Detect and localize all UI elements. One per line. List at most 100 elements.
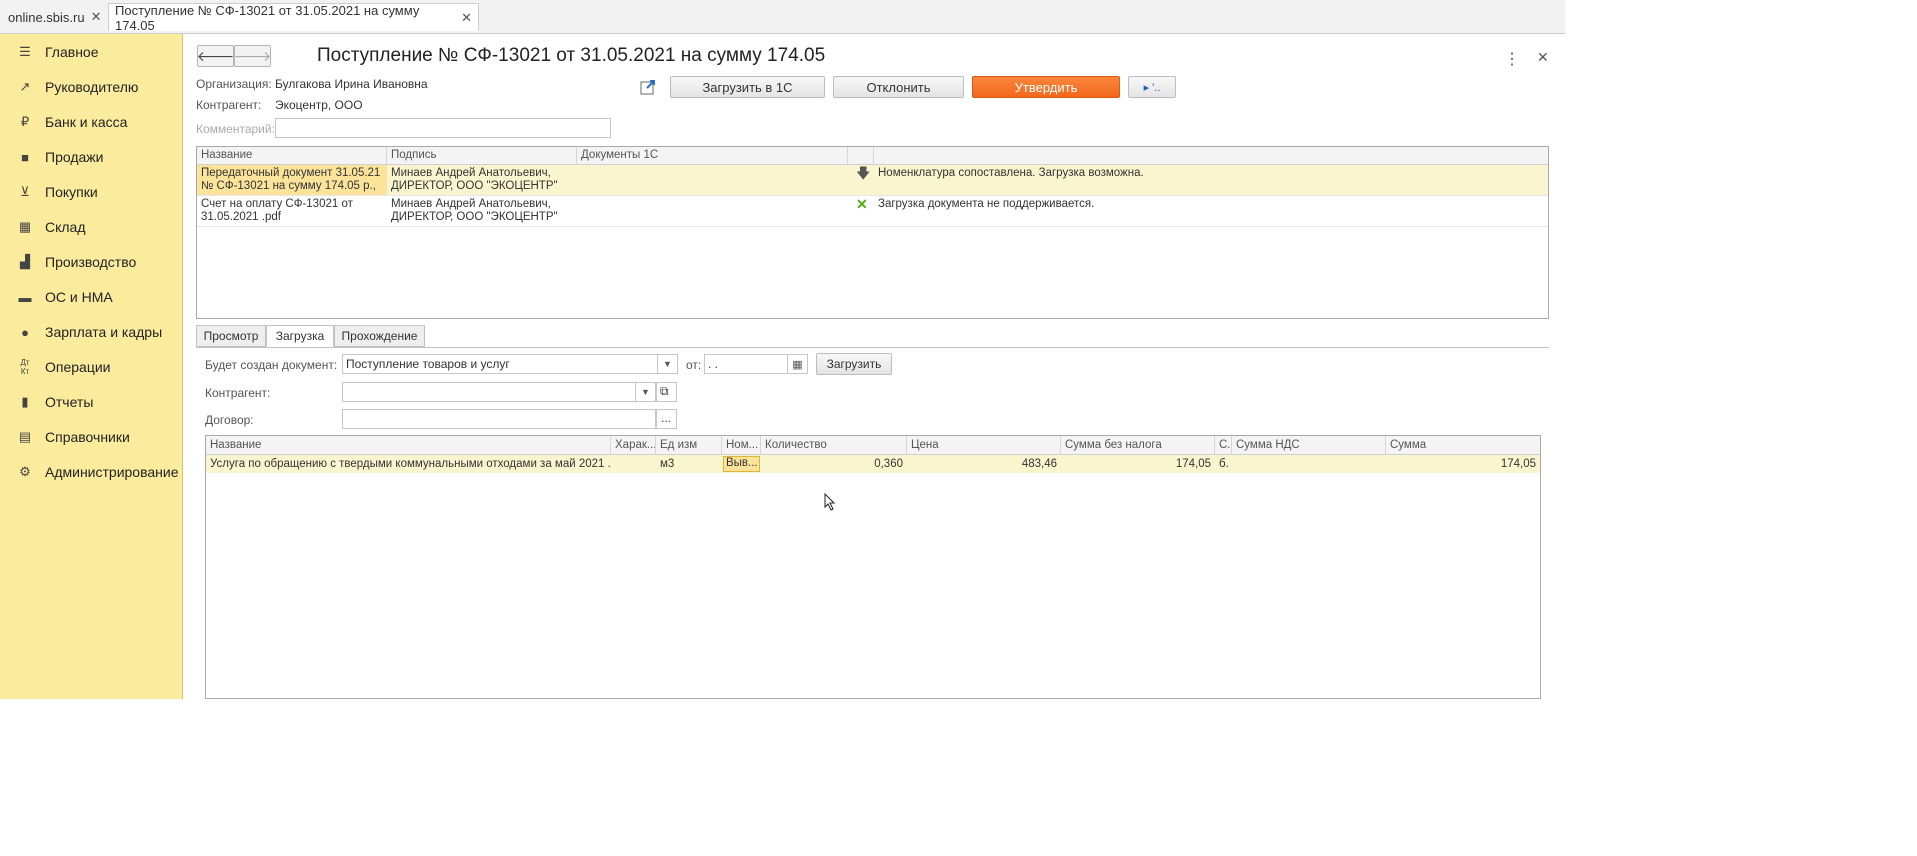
load-1c-button[interactable]: Загрузить в 1С [670,76,825,98]
documents-table: Название Подпись Документы 1С Передаточн… [196,146,1549,319]
comment-label: Комментарий: [196,122,275,136]
item-sum: 174,05 [1500,458,1536,470]
doc-type-select[interactable]: Поступление товаров и услуг ▼ [342,354,678,374]
sidebar-item-bank[interactable]: ₽ Банк и касса [0,108,183,136]
sidebar-item-production[interactable]: ▟ Производство [0,248,183,276]
trend-icon: ↗ [19,79,31,94]
bar-chart-icon: ▮ [21,394,29,409]
tab-route[interactable]: Прохождение [334,325,425,347]
sidebar-item-label: Справочники [45,429,130,445]
column-header[interactable]: С. [1215,436,1232,455]
open-icon[interactable]: ⧉ [656,382,677,402]
sidebar-item-label: Банк и касса [45,114,128,130]
sidebar-item-sales[interactable]: ■ Продажи [0,143,183,171]
table-row[interactable]: Услуга по обращению с твердыми коммуналь… [206,455,1540,473]
column-header[interactable]: Харак... [611,436,656,455]
cart-icon: ⊻ [20,184,30,199]
sidebar-item-label: Склад [45,219,86,235]
chevron-down-icon[interactable]: ▼ [635,382,655,402]
item-name: Услуга по обращению с твердыми коммуналь… [210,458,611,470]
contract-input[interactable] [342,409,656,429]
sidebar-item-label: Руководителю [45,79,139,95]
column-header [848,147,874,165]
browser-tab-bar: online.sbis.ru ✕ Поступление № СФ-13021 … [0,0,1565,34]
sidebar-item-assets[interactable]: ▬ ОС и НМА [0,283,183,311]
load-button[interactable]: Загрузить [816,353,892,375]
sidebar-item-label: ОС и НМА [45,289,113,305]
sidebar-item-warehouse[interactable]: ▦ Склад [0,213,183,241]
tab-online-sbis[interactable]: online.sbis.ru ✕ [2,3,105,31]
date-label: от: [686,358,702,372]
tab-label: online.sbis.ru [8,9,85,25]
export-icon[interactable] [634,76,662,98]
tab-document[interactable]: Поступление № СФ-13021 от 31.05.2021 на … [108,3,479,33]
sidebar-item-purchases[interactable]: ⊻ Покупки [0,178,183,206]
comment-input[interactable] [275,118,611,138]
arrow-right-icon: 🡒 [233,47,272,64]
dtkt-icon: Дт Кт [20,358,30,376]
doc-name: Счет на оплату СФ-13021 от 31.05.2021 .p… [201,198,353,223]
doc-name: Передаточный документ 31.05.21 № СФ-1302… [197,165,387,195]
column-header[interactable]: Сумма [1386,436,1540,455]
item-vat [1232,455,1386,473]
column-header[interactable]: Ном... [722,436,761,455]
sidebar: ☰ Главное ↗ Руководителю ₽ Банк и касса ■ Пр… [0,34,183,699]
column-header[interactable]: Название [206,436,611,455]
more-actions-button[interactable]: ▸ '.. [1128,76,1176,98]
sidebar-item-label: Администрирование [45,464,179,480]
bag-icon: ■ [21,149,29,165]
item-price: 483,46 [1021,458,1057,470]
column-header[interactable]: Цена [907,436,1061,455]
download-arrow-icon: 🡇 [856,165,871,181]
column-header[interactable]: Сумма без налога [1061,436,1215,455]
back-button[interactable]: 🡐 [197,45,234,67]
sidebar-item-label: Продажи [45,149,104,165]
column-header[interactable]: Ед изм [656,436,722,455]
more-vert-icon[interactable]: ⋮ [1504,49,1520,69]
calendar-icon[interactable]: ▦ [787,354,807,374]
column-header[interactable]: Документы 1С [577,147,848,165]
select-button[interactable]: ... [656,409,677,429]
close-icon[interactable]: ✕ [91,9,102,25]
column-header[interactable]: Подпись [387,147,577,165]
table-row[interactable]: Передаточный документ 31.05.21 № СФ-1302… [197,165,1548,196]
document-form: 🡐 🡒 Поступление № СФ-13021 от 31.05.2021… [184,34,1565,699]
doc-sign: Минаев Андрей Анатольевич, ДИРЕКТОР, ООО… [391,198,558,223]
gear-icon: ⚙ [19,464,31,479]
items-table: Название Харак... Ед изм Ном... Количест… [205,435,1541,699]
date-value: . . [708,357,719,371]
contractor-select[interactable]: ▼ [342,382,656,402]
sidebar-item-label: Отчеты [45,394,94,410]
factory-icon: ▟ [20,254,30,269]
sidebar-item-reports[interactable]: ▮ Отчеты [0,388,183,416]
sidebar-item-salary[interactable]: ● Зарплата и кадры [0,318,183,346]
close-icon[interactable]: ✕ [1537,49,1549,66]
page-title: Поступление № СФ-13021 от 31.05.2021 на … [317,45,826,66]
contractor-label: Контрагент: [196,98,262,112]
forward-button[interactable]: 🡒 [234,45,271,67]
column-header[interactable]: Название [197,147,387,165]
date-input[interactable]: . . ▦ [704,354,808,374]
book-icon: ▤ [18,429,32,444]
sidebar-item-directories[interactable]: ▤ Справочники [0,423,183,451]
close-icon[interactable]: ✕ [461,10,472,26]
doc-status: Загрузка документа не поддерживается. [878,198,1095,210]
chevron-down-icon[interactable]: ▼ [657,354,677,374]
sidebar-item-label: Производство [45,254,137,270]
tab-view[interactable]: Просмотр [196,325,266,347]
doc-type-label: Будет создан документ: [205,358,338,372]
column-header[interactable]: Количество [761,436,907,455]
tab-load[interactable]: Загрузка [266,325,334,347]
reject-button[interactable]: Отклонить [833,76,964,98]
sidebar-item-manager[interactable]: ↗ Руководителю [0,73,183,101]
column-header[interactable]: Сумма НДС [1232,436,1386,455]
item-nom[interactable]: Выв... [723,456,760,472]
approve-button[interactable]: Утвердить [972,76,1120,98]
item-vat-rate: б. [1219,458,1229,470]
sidebar-item-admin[interactable]: ⚙ Администрирование [0,458,183,486]
doc-status: Номенклатура сопоставлена. Загрузка возм… [878,167,1144,179]
table-row[interactable]: Счет на оплату СФ-13021 от 31.05.2021 .p… [197,196,1548,227]
doc-1c [577,196,848,200]
sidebar-item-main[interactable]: ☰ Главное [0,38,183,66]
sidebar-item-operations[interactable]: Дт Кт Операции [0,353,183,381]
